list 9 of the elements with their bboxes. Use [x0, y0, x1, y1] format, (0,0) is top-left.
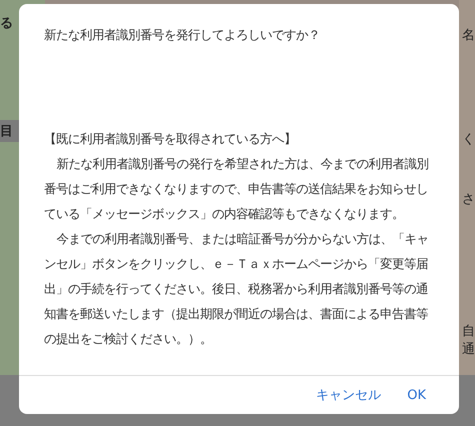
background-text: 自 [462, 323, 475, 340]
background-text: 通 [462, 341, 475, 358]
notice-heading: 【既に利用者識別番号を取得されている方へ】 [44, 130, 297, 148]
notice-paragraph: 今までの利用者識別番号、または暗証番号が分からない方は、「キャンセル」ボタンをクリックし、ｅ－Ｔａｘホームページから「変更等届出」の手続を行ってください。後日、税務署から利用者識別番号等の通知書を郵送いたします（提出期限が間近の場合は、書面による申告書等の提出をご検討ください。）。 [44, 230, 430, 348]
dialog-message: 新たな利用者識別番号を発行してよろしいですか？ [44, 26, 321, 44]
background-text: 名 [462, 27, 475, 44]
background-text: さ [462, 191, 475, 208]
background-text: く [462, 131, 475, 148]
notice-paragraph: 新たな利用者識別番号の発行を希望された方は、今までの利用者識別番号はご利用できなくなりますので、申告書等の送信結果をお知らせしている「メッセージボックス」の内容確認等もできなくなります。 [44, 155, 430, 223]
